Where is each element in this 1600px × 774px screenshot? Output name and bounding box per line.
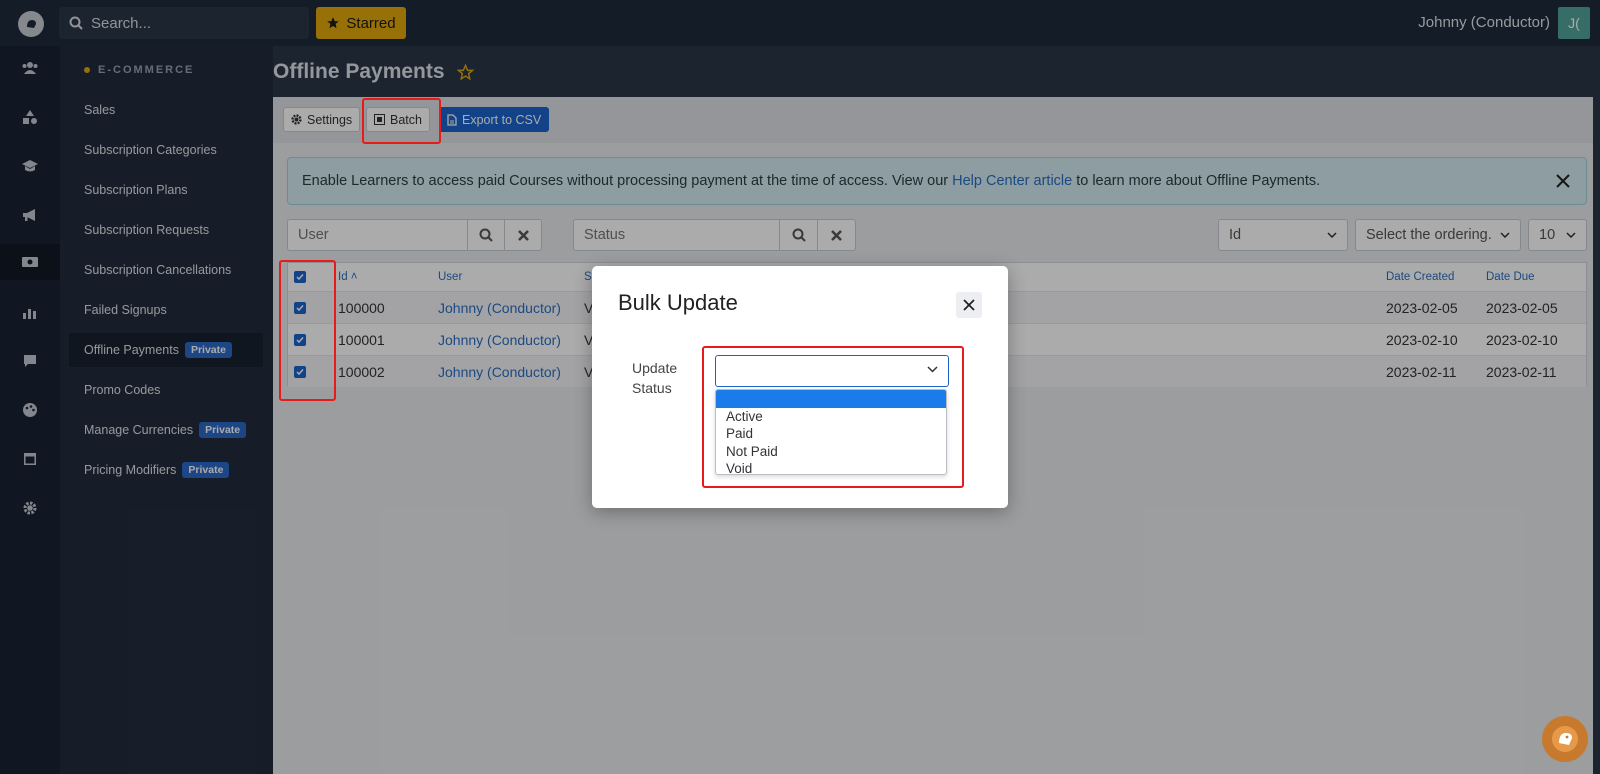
update-status-label: Update Status [632, 358, 692, 398]
close-icon[interactable] [956, 292, 982, 318]
highlight-box-checkboxes [279, 260, 336, 401]
modal-title: Bulk Update [618, 290, 738, 315]
label-line: Update [632, 360, 678, 376]
label-line: Status [632, 380, 672, 396]
highlight-box-batch [362, 98, 441, 144]
help-assistant-icon[interactable] [1542, 716, 1588, 762]
highlight-box-status-dropdown [702, 346, 964, 488]
